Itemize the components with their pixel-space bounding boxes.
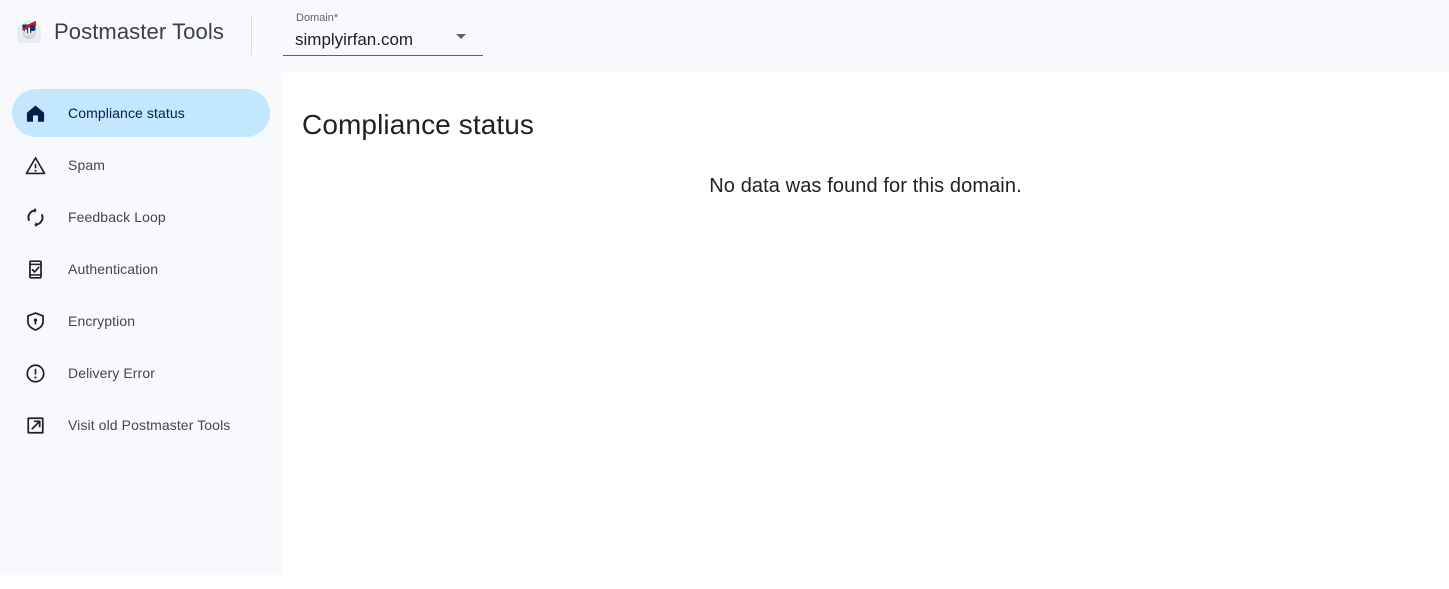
app-title: Postmaster Tools: [54, 19, 224, 44]
sidebar-item-authentication[interactable]: Authentication: [12, 245, 270, 293]
sidebar-item-label: Visit old Postmaster Tools: [68, 417, 231, 433]
postmaster-envelope-chart-logo-icon: [16, 19, 42, 45]
domain-select-label: Domain*: [296, 12, 339, 24]
error-circle-icon: [24, 362, 46, 384]
sidebar-item-feedback-loop[interactable]: Feedback Loop: [12, 193, 270, 241]
sidebar-item-compliance-status[interactable]: Compliance status: [12, 89, 270, 137]
sync-loop-icon: [24, 206, 46, 228]
shield-lock-icon: [24, 310, 46, 332]
sidebar-item-delivery-error[interactable]: Delivery Error: [12, 349, 270, 397]
page-title: Compliance status: [302, 109, 535, 140]
sidebar-item-label: Delivery Error: [68, 365, 155, 381]
sidebar-item-encryption[interactable]: Encryption: [12, 297, 270, 345]
postmaster-tools-app: Postmaster Tools Domain* simplyirfan.com…: [0, 0, 1449, 589]
sidebar: Compliance status Spam Feedback Loop Aut…: [0, 72, 282, 575]
sidebar-item-label: Spam: [68, 157, 105, 173]
header-divider: [251, 16, 252, 55]
domain-select[interactable]: Domain* simplyirfan.com: [283, 8, 483, 56]
empty-state: No data was found for this domain.: [282, 172, 1449, 200]
sidebar-item-label: Compliance status: [68, 105, 185, 121]
warning-triangle-icon: [24, 154, 46, 176]
domain-select-underline: [283, 55, 483, 56]
sidebar-item-label: Encryption: [68, 313, 136, 329]
home-icon: [24, 102, 46, 124]
sidebar-item-visit-old-postmaster-tools[interactable]: Visit old Postmaster Tools: [12, 401, 270, 449]
main-content: Compliance status No data was found for …: [282, 72, 1449, 589]
external-link-icon: [24, 414, 46, 436]
chevron-down-icon[interactable]: [456, 34, 466, 39]
domain-select-value: simplyirfan.com: [295, 30, 414, 49]
sidebar-item-label: Authentication: [68, 261, 159, 277]
empty-state-message: No data was found for this domain.: [709, 175, 1022, 197]
sidebar-item-spam[interactable]: Spam: [12, 141, 270, 189]
sidebar-item-label: Feedback Loop: [68, 209, 166, 225]
brand[interactable]: Postmaster Tools: [16, 12, 224, 52]
app-header: Postmaster Tools Domain* simplyirfan.com: [0, 0, 1449, 72]
phone-check-icon: [24, 258, 46, 280]
